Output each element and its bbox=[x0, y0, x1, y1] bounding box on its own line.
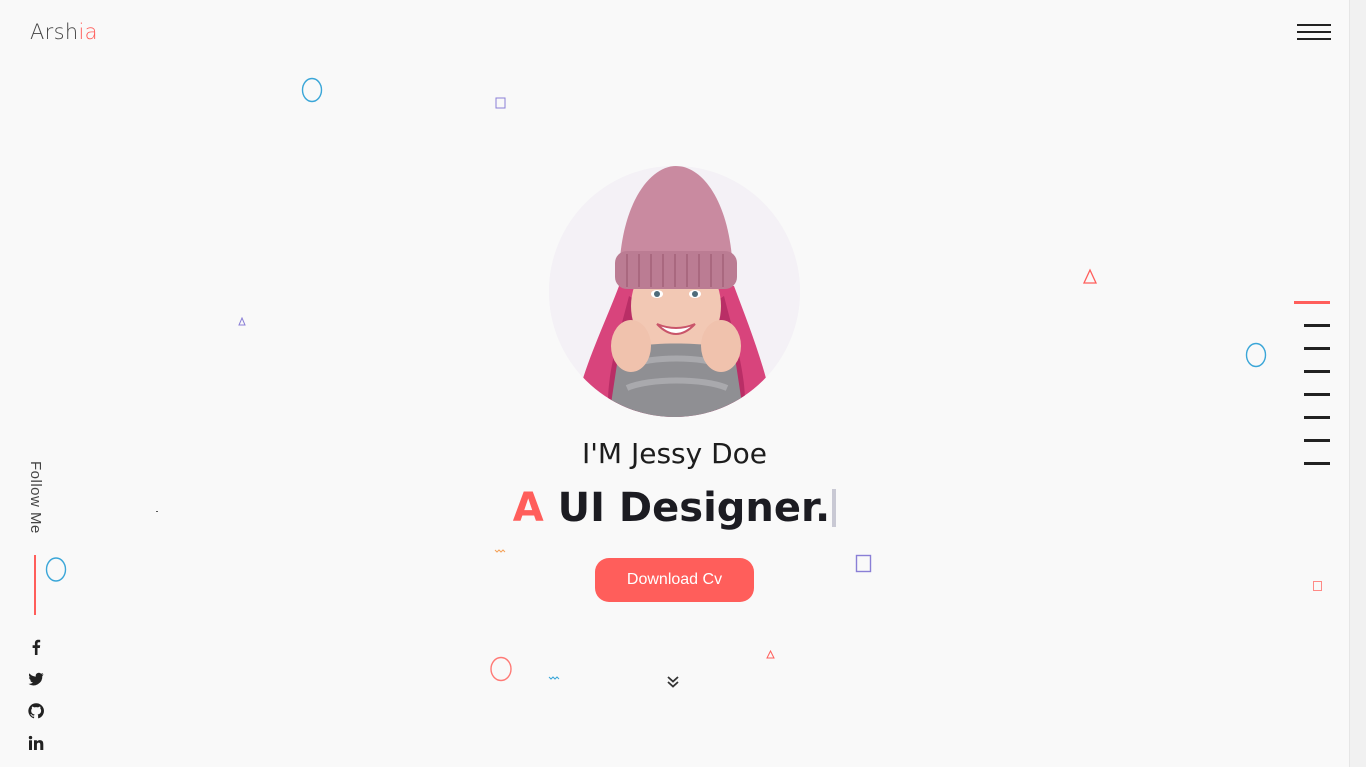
section-nav-dot[interactable] bbox=[1304, 416, 1330, 419]
square-shape bbox=[855, 554, 872, 573]
hamburger-icon-bar bbox=[1297, 31, 1331, 33]
section-nav-dot-active[interactable] bbox=[1294, 301, 1330, 304]
hero-name: I'M Jessy Doe bbox=[581, 437, 768, 470]
page-scrollbar[interactable] bbox=[1349, 0, 1366, 767]
double-chevron-down-icon[interactable] bbox=[666, 675, 680, 689]
section-nav-dot[interactable] bbox=[1304, 324, 1330, 327]
circle-shape bbox=[1245, 342, 1267, 368]
twitter-icon bbox=[28, 672, 44, 686]
github-link[interactable] bbox=[28, 703, 44, 719]
circle-shape bbox=[490, 656, 512, 682]
section-nav-dot[interactable] bbox=[1304, 439, 1330, 442]
github-icon bbox=[28, 703, 44, 719]
circle-shape bbox=[301, 77, 323, 103]
triangle-shape bbox=[1082, 268, 1098, 284]
hamburger-menu-button[interactable] bbox=[1297, 24, 1331, 44]
hamburger-icon-bar bbox=[1297, 38, 1331, 40]
site-logo[interactable]: Arshia bbox=[30, 20, 98, 44]
square-shape bbox=[495, 97, 506, 109]
hero-role: A UI Designer. bbox=[0, 485, 1349, 531]
follow-me-label: Follow Me bbox=[26, 461, 44, 541]
typing-cursor bbox=[832, 489, 837, 527]
twitter-link[interactable] bbox=[28, 671, 44, 687]
zigzag-shape bbox=[494, 549, 506, 553]
circle-shape bbox=[45, 557, 67, 582]
logo-main-text: Arsh bbox=[30, 20, 79, 44]
section-nav-dot[interactable] bbox=[1304, 393, 1330, 396]
square-shape bbox=[1313, 581, 1322, 591]
linkedin-icon bbox=[28, 735, 44, 750]
facebook-icon bbox=[32, 639, 41, 655]
follow-divider bbox=[34, 555, 36, 615]
triangle-shape bbox=[238, 317, 246, 326]
linkedin-link[interactable] bbox=[28, 735, 44, 751]
role-text: UI Designer. bbox=[557, 485, 831, 531]
section-nav-dot[interactable] bbox=[1304, 370, 1330, 373]
triangle-shape bbox=[766, 650, 775, 659]
role-prefix: A bbox=[512, 485, 544, 531]
section-nav-dot[interactable] bbox=[1304, 347, 1330, 350]
follow-me-text: Follow Me bbox=[27, 461, 44, 534]
zigzag-shape bbox=[548, 676, 560, 680]
profile-avatar bbox=[549, 166, 800, 417]
hamburger-icon-bar bbox=[1297, 24, 1331, 26]
logo-accent-text: ia bbox=[78, 20, 98, 44]
download-cv-button[interactable]: Download Cv bbox=[595, 558, 754, 602]
section-nav-dot[interactable] bbox=[1304, 462, 1330, 465]
facebook-link[interactable] bbox=[28, 639, 44, 655]
